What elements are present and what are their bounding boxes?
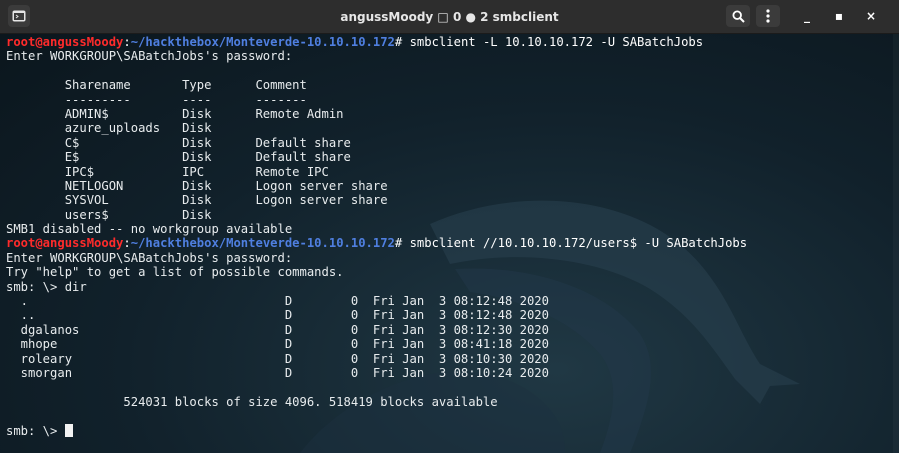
output-line xyxy=(6,380,891,394)
minimize-button[interactable]: _ xyxy=(795,5,819,27)
directory-listing-row: smorgan D 0 Fri Jan 3 08:10:24 2020 xyxy=(6,365,549,380)
directory-listing-row: mhope D 0 Fri Jan 3 08:41:18 2020 xyxy=(6,337,549,352)
menu-button[interactable] xyxy=(756,5,780,27)
output-line xyxy=(6,64,891,78)
smb-prompt-text: smb: \> xyxy=(6,423,65,438)
output-line: ADMIN$ Disk Remote Admin xyxy=(6,106,344,121)
close-button[interactable]: × xyxy=(859,5,883,27)
output-line: NETLOGON Disk Logon server share xyxy=(6,178,388,193)
directory-listing-row: .. D 0 Fri Jan 3 08:12:48 2020 xyxy=(6,308,549,323)
command-text: smbclient -L 10.10.10.172 -U SABatchJobs xyxy=(402,35,704,49)
terminal-output-area[interactable]: root@angussMoody:~/hackthebox/Monteverde… xyxy=(0,34,899,453)
kebab-menu-icon xyxy=(766,9,770,23)
output-line: users$ Disk xyxy=(6,207,212,222)
output-line: IPC$ IPC Remote IPC xyxy=(6,164,329,179)
text-cursor xyxy=(64,423,73,437)
output-line: Try "help" to get a list of possible com… xyxy=(6,265,344,280)
title-bar: angussMoody □ 0 ● 2 smbclient _ ▪ × xyxy=(0,0,899,34)
output-line: --------- ---- ------- xyxy=(6,92,307,107)
prompt-path: ~/hackthebox/Monteverde-10.10.10.172 xyxy=(130,236,395,251)
output-line xyxy=(6,409,891,423)
output-line: Sharename Type Comment xyxy=(6,78,307,93)
command-text: smbclient //10.10.10.172/users$ -U SABat… xyxy=(402,236,748,251)
directory-listing-row: roleary D 0 Fri Jan 3 08:10:30 2020 xyxy=(6,351,549,366)
output-line: SYSVOL Disk Logon server share xyxy=(6,193,388,208)
output-line: Enter WORKGROUP\SABatchJobs's password: xyxy=(6,49,293,64)
terminal-lines: root@angussMoody:~/hackthebox/Monteverde… xyxy=(6,35,891,438)
blocks-summary-line: 524031 blocks of size 4096. 518419 block… xyxy=(6,394,498,409)
prompt-path: ~/hackthebox/Monteverde-10.10.10.172 xyxy=(130,35,395,49)
smb-prompt-line[interactable]: smb: \> xyxy=(6,423,891,438)
magnifier-icon xyxy=(731,9,745,23)
output-line: Enter WORKGROUP\SABatchJobs's password: xyxy=(6,250,293,265)
directory-listing-row: . D 0 Fri Jan 3 08:12:48 2020 xyxy=(6,294,549,309)
maximize-button[interactable]: ▪ xyxy=(827,5,851,27)
prompt-user-host: root@angussMoody xyxy=(6,35,124,49)
prompt-line: root@angussMoody:~/hackthebox/Monteverde… xyxy=(6,236,891,250)
output-line: smb: \> dir xyxy=(6,279,87,294)
scrollbar[interactable] xyxy=(893,34,899,453)
prompt-user-host: root@angussMoody xyxy=(6,236,124,251)
terminal-window: angussMoody □ 0 ● 2 smbclient _ ▪ × root xyxy=(0,0,899,453)
search-button[interactable] xyxy=(726,5,750,27)
output-line: azure_uploads Disk xyxy=(6,121,212,136)
directory-listing-row: dgalanos D 0 Fri Jan 3 08:12:30 2020 xyxy=(6,322,549,337)
prompt-separator: : xyxy=(123,35,131,49)
output-line: E$ Disk Default share xyxy=(6,150,351,165)
output-line: SMB1 disabled -- no workgroup available xyxy=(6,222,293,237)
prompt-separator: : xyxy=(123,236,131,251)
output-line: C$ Disk Default share xyxy=(6,135,351,150)
prompt-line: root@angussMoody:~/hackthebox/Monteverde… xyxy=(6,35,891,49)
